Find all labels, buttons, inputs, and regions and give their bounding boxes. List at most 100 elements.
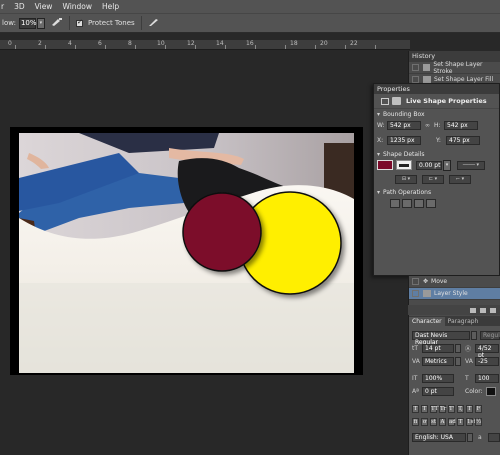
new-document-icon[interactable] xyxy=(470,307,476,313)
trash-icon[interactable] xyxy=(490,307,496,313)
menu-window[interactable]: Window xyxy=(57,2,97,11)
ligatures-button[interactable]: fi xyxy=(412,417,419,426)
size-leading-row: tT 14 pt Ⓐ 4/52 pt xyxy=(409,342,500,359)
menu-3d[interactable]: 3D xyxy=(9,2,30,11)
x-field[interactable]: 1235 px xyxy=(387,135,421,145)
superscript-button[interactable]: T' xyxy=(448,404,455,413)
titling-alternates-button[interactable]: T xyxy=(457,417,464,426)
pressure-size-icon[interactable] xyxy=(148,17,159,29)
history-item-move[interactable]: ✥ Move xyxy=(409,276,500,288)
maroon-circle[interactable] xyxy=(182,192,262,272)
strikethrough-button[interactable]: F xyxy=(475,404,482,413)
canvas-artwork[interactable] xyxy=(19,133,354,373)
language-dropdown[interactable] xyxy=(467,433,473,442)
font-style-select[interactable]: Regul xyxy=(480,331,500,340)
vertical-scale-field[interactable]: 100% xyxy=(422,374,454,383)
ordinals-button[interactable]: 1st xyxy=(466,417,476,426)
snapshot-box[interactable] xyxy=(412,290,419,297)
bounding-box-section[interactable]: Bounding Box xyxy=(374,109,499,119)
properties-tab[interactable]: Properties xyxy=(374,84,499,94)
exclude-overlap-icon[interactable] xyxy=(426,198,436,208)
font-size-dropdown[interactable] xyxy=(455,344,461,353)
intersect-shapes-icon[interactable] xyxy=(414,198,424,208)
protect-tones-checkbox[interactable] xyxy=(75,18,83,27)
baseline-shift-field[interactable]: 0 pt xyxy=(422,387,454,396)
discretionary-ligatures-button[interactable]: ơ xyxy=(421,417,428,426)
font-size-field[interactable]: 14 pt xyxy=(422,344,454,353)
masks-icon[interactable] xyxy=(381,97,389,105)
menu-help[interactable]: Help xyxy=(97,2,124,11)
ruler-label: 6 xyxy=(98,40,102,47)
flow-input[interactable]: 10% xyxy=(18,17,37,29)
language-select[interactable]: English: USA xyxy=(412,433,466,442)
contextual-alternates-button[interactable]: st xyxy=(430,417,437,426)
tab-character[interactable]: Character xyxy=(409,317,445,326)
font-family-select[interactable]: Dast Nevis Regular xyxy=(412,331,470,346)
y-label: Y: xyxy=(436,136,441,144)
size-row: W: 542 px ∞ H: 542 px xyxy=(374,119,499,131)
all-caps-button[interactable]: TT xyxy=(430,404,438,413)
shape-details-section[interactable]: Shape Details xyxy=(374,149,499,159)
fill-color-swatch[interactable] xyxy=(377,160,393,170)
tab-paragraph[interactable]: Paragraph xyxy=(445,317,482,326)
text-color-swatch[interactable] xyxy=(485,387,496,396)
stroke-align-dropdown[interactable]: ⊟ ▾ xyxy=(395,174,417,184)
camera-icon[interactable] xyxy=(480,307,486,313)
anti-alias-select[interactable] xyxy=(488,433,500,442)
combine-shapes-icon[interactable] xyxy=(390,198,400,208)
kerning-field[interactable]: Metrics xyxy=(422,357,454,366)
small-caps-button[interactable]: Tr xyxy=(439,404,446,413)
color-label: Color: xyxy=(465,388,483,395)
path-operations-row xyxy=(374,197,499,209)
height-field[interactable]: 542 px xyxy=(444,120,478,130)
ruler-label: 18 xyxy=(290,40,298,47)
font-family-dropdown[interactable] xyxy=(471,331,477,340)
language-row: English: USA a xyxy=(409,431,500,444)
history-item[interactable]: Set Shape Layer Stroke xyxy=(409,61,500,75)
path-operations-section[interactable]: Path Operations xyxy=(374,187,499,197)
photoshop-window: r 3D View Window Help low: 10% ▾ Protect… xyxy=(0,0,500,455)
lower-band xyxy=(19,283,354,373)
ruler-label: 8 xyxy=(128,40,132,47)
history-snapshot-box[interactable] xyxy=(412,76,419,83)
tracking-icon: VA xyxy=(465,358,473,365)
font-row: Dast Nevis Regular Regul xyxy=(409,329,500,346)
link-icon[interactable]: ∞ xyxy=(425,122,430,129)
menu-type[interactable]: r xyxy=(0,2,9,11)
opentype-buttons: fi ơ st A ad T 1st ½ xyxy=(409,415,500,428)
y-field[interactable]: 475 px xyxy=(446,135,480,145)
stroke-caps-dropdown[interactable]: ⊏ ▾ xyxy=(422,174,444,184)
stroke-type-dropdown[interactable]: ──── ▾ xyxy=(457,160,485,170)
w-label: W: xyxy=(377,121,385,129)
menu-view[interactable]: View xyxy=(30,2,58,11)
leading-field[interactable]: 4/52 pt xyxy=(475,344,499,359)
shape-properties-icon[interactable] xyxy=(392,97,401,105)
baseline-color-row: Aª 0 pt Color: xyxy=(409,385,500,398)
kerning-dropdown[interactable] xyxy=(455,357,461,366)
fill-stroke-row: 0.00 pt ▾ ──── ▾ xyxy=(374,159,499,171)
horizontal-scale-field[interactable]: 100 xyxy=(475,374,499,383)
flow-dropdown[interactable]: ▾ xyxy=(36,17,45,29)
subscript-button[interactable]: T, xyxy=(457,404,464,413)
stroke-width-field[interactable]: 0.00 pt xyxy=(416,160,442,170)
swash-button[interactable]: A xyxy=(439,417,446,426)
tracking-field[interactable]: -25 xyxy=(475,357,499,366)
stroke-width-dropdown[interactable]: ▾ xyxy=(443,159,451,171)
stroke-corners-dropdown[interactable]: ⌐ ▾ xyxy=(449,174,471,184)
fractions-button[interactable]: ½ xyxy=(475,417,482,426)
history-item-layer-style[interactable]: Layer Style xyxy=(409,288,500,300)
stroke-color-swatch[interactable] xyxy=(396,160,412,170)
history-snapshot-box[interactable] xyxy=(412,64,419,71)
ruler-label: 4 xyxy=(68,40,72,47)
faux-italic-button[interactable]: T xyxy=(421,404,428,413)
ruler-label: 2 xyxy=(38,40,42,47)
airbrush-icon[interactable] xyxy=(51,17,63,29)
width-field[interactable]: 542 px xyxy=(387,120,421,130)
snapshot-box[interactable] xyxy=(412,278,419,285)
faux-bold-button[interactable]: T xyxy=(412,404,419,413)
move-tool-icon: ✥ xyxy=(423,278,429,285)
subtract-front-icon[interactable] xyxy=(402,198,412,208)
underline-button[interactable]: T xyxy=(466,404,473,413)
stylistic-alternates-button[interactable]: ad xyxy=(448,417,456,426)
options-bar: low: 10% ▾ Protect Tones xyxy=(0,13,500,33)
